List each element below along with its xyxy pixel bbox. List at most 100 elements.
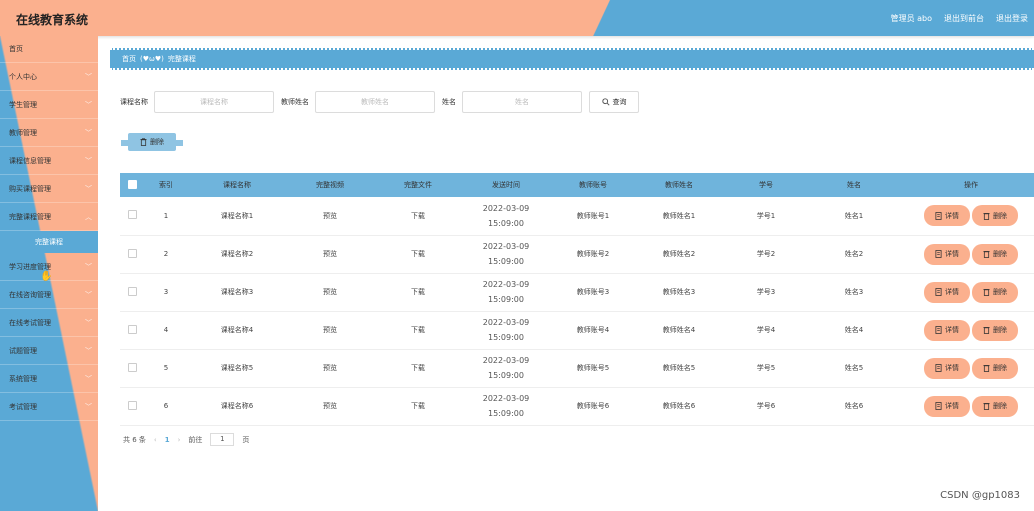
preview-video-link[interactable]: 预览 xyxy=(286,235,374,274)
sidebar-subitem-full-course[interactable]: 完整课程 xyxy=(0,231,98,253)
detail-button-label: 详情 xyxy=(945,211,959,220)
table-row: 1 课程名称1 预览 下载 2022-03-09 15:09:00 教师账号1 教师姓名1 学… xyxy=(120,197,1034,236)
row-checkbox[interactable] xyxy=(127,286,137,296)
cell-index: 5 xyxy=(144,349,188,388)
top-header: 在线教育系统 管理员 abo 退出到前台 退出登录 xyxy=(0,0,1034,36)
row-checkbox[interactable] xyxy=(127,400,137,410)
cell-teacher-account: 教师账号2 xyxy=(550,235,636,274)
detail-button[interactable]: 详情 xyxy=(925,244,969,264)
pagination-page-input[interactable]: 1 xyxy=(210,433,235,446)
chevron-down-icon: ﹀ xyxy=(85,129,92,137)
download-file-link[interactable]: 下载 xyxy=(374,235,462,274)
logout-link[interactable]: 退出登录 xyxy=(996,13,1028,24)
delete-button[interactable]: 删除 xyxy=(973,396,1017,416)
row-select-cell xyxy=(120,273,144,312)
batch-delete-button[interactable]: 删除 xyxy=(121,133,183,151)
detail-icon xyxy=(935,364,942,372)
course-name-label: 课程名称 xyxy=(120,98,148,106)
search-bar: 课程名称 教师姓名 姓名 查询 xyxy=(120,91,639,113)
detail-button[interactable]: 详情 xyxy=(925,206,969,226)
preview-video-link[interactable]: 预览 xyxy=(286,197,374,236)
chevron-down-icon: ﹀ xyxy=(85,347,92,355)
detail-button[interactable]: 详情 xyxy=(925,282,969,302)
preview-video-link[interactable]: 预览 xyxy=(286,311,374,350)
cell-name: 姓名5 xyxy=(810,349,898,388)
sidebar-item-label: 在线咨询管理 xyxy=(9,291,51,299)
breadcrumb: 首页 (♥ω♥) 完整课程 xyxy=(110,48,1034,70)
chevron-down-icon: ﹀ xyxy=(85,263,92,271)
select-all-checkbox[interactable] xyxy=(127,179,137,189)
delete-button[interactable]: 删除 xyxy=(973,244,1017,264)
sidebar-item[interactable]: 学生管理 ﹀ xyxy=(0,91,98,119)
table-row: 5 课程名称5 预览 下载 2022-03-09 15:09:00 教师账号5 教师姓名5 学… xyxy=(120,349,1034,388)
chevron-left-icon[interactable]: ‹ xyxy=(154,436,157,444)
batch-delete-label: 删除 xyxy=(150,138,164,146)
sidebar-item[interactable]: 考试管理 ﹀ xyxy=(0,393,98,421)
sidebar-item[interactable]: 在线咨询管理 ﹀ xyxy=(0,281,98,309)
sidebar-item-label: 购买课程管理 xyxy=(9,185,51,193)
cell-actions: 详情 删除 xyxy=(898,311,1034,350)
cell-course-name: 课程名称3 xyxy=(188,273,286,312)
sidebar-item[interactable]: 完整课程管理 ︿ xyxy=(0,203,98,231)
sidebar-item[interactable]: 在线考试管理 ﹀ xyxy=(0,309,98,337)
cell-actions: 详情 删除 xyxy=(898,197,1034,236)
delete-button[interactable]: 删除 xyxy=(973,358,1017,378)
detail-button-label: 详情 xyxy=(945,250,959,258)
preview-video-link[interactable]: 预览 xyxy=(286,349,374,388)
delete-button[interactable]: 删除 xyxy=(973,206,1017,226)
delete-button-label: 删除 xyxy=(993,326,1007,334)
row-checkbox[interactable] xyxy=(127,362,137,372)
delete-button[interactable]: 删除 xyxy=(973,320,1017,340)
sidebar-item-label: 个人中心 xyxy=(9,73,37,81)
detail-button[interactable]: 详情 xyxy=(925,358,969,378)
detail-button-label: 详情 xyxy=(945,402,959,410)
sidebar-item[interactable]: 试题管理 ﹀ xyxy=(0,337,98,365)
download-file-link[interactable]: 下载 xyxy=(374,273,462,312)
cell-teacher-name: 教师姓名1 xyxy=(636,197,722,236)
name-input[interactable] xyxy=(462,91,582,113)
sidebar-item[interactable]: 系统管理 ﹀ xyxy=(0,365,98,393)
breadcrumb-home[interactable]: 首页 xyxy=(122,54,136,64)
chevron-right-icon[interactable]: › xyxy=(178,436,181,444)
download-file-link[interactable]: 下载 xyxy=(374,311,462,350)
chevron-down-icon: ﹀ xyxy=(85,291,92,299)
cell-send-time: 2022-03-09 15:09:00 xyxy=(462,273,550,312)
cell-course-name: 课程名称6 xyxy=(188,387,286,426)
detail-button[interactable]: 详情 xyxy=(925,396,969,416)
row-select-cell xyxy=(120,387,144,426)
download-file-link[interactable]: 下载 xyxy=(374,197,462,236)
course-name-input[interactable] xyxy=(154,91,274,113)
pagination-current-page[interactable]: 1 xyxy=(165,436,170,444)
back-to-frontend-link[interactable]: 退出到前台 xyxy=(944,13,984,24)
cell-teacher-name: 教师姓名4 xyxy=(636,311,722,350)
cell-course-name: 课程名称5 xyxy=(188,349,286,388)
sidebar-item-label: 课程信息管理 xyxy=(9,157,51,165)
preview-video-link[interactable]: 预览 xyxy=(286,273,374,312)
row-checkbox[interactable] xyxy=(127,210,137,220)
preview-video-link[interactable]: 预览 xyxy=(286,387,374,426)
cell-send-time: 2022-03-09 15:09:00 xyxy=(462,387,550,426)
sidebar-item[interactable]: 课程信息管理 ﹀ xyxy=(0,147,98,175)
select-all-cell xyxy=(120,173,144,197)
trash-icon xyxy=(983,212,990,220)
download-file-link[interactable]: 下载 xyxy=(374,349,462,388)
chevron-down-icon: ﹀ xyxy=(85,101,92,109)
detail-button[interactable]: 详情 xyxy=(925,320,969,340)
delete-button-label: 删除 xyxy=(993,288,1007,296)
cell-teacher-account: 教师账号3 xyxy=(550,273,636,312)
sidebar-item[interactable]: 个人中心 ﹀ xyxy=(0,63,98,91)
sidebar-item[interactable]: 首页 xyxy=(0,36,98,63)
cell-send-time: 2022-03-09 15:09:00 xyxy=(462,235,550,274)
download-file-link[interactable]: 下载 xyxy=(374,387,462,426)
table-row: 4 课程名称4 预览 下载 2022-03-09 15:09:00 教师账号4 教师姓名4 学… xyxy=(120,311,1034,350)
cell-send-time: 2022-03-09 15:09:00 xyxy=(462,349,550,388)
row-checkbox[interactable] xyxy=(127,248,137,258)
teacher-name-input[interactable] xyxy=(315,91,435,113)
delete-button-label: 删除 xyxy=(993,211,1007,220)
search-button[interactable]: 查询 xyxy=(589,91,639,113)
cell-teacher-name: 教师姓名5 xyxy=(636,349,722,388)
delete-button[interactable]: 删除 xyxy=(973,282,1017,302)
row-checkbox[interactable] xyxy=(127,324,137,334)
sidebar-item[interactable]: 教师管理 ﹀ xyxy=(0,119,98,147)
sidebar-item[interactable]: 购买课程管理 ﹀ xyxy=(0,175,98,203)
